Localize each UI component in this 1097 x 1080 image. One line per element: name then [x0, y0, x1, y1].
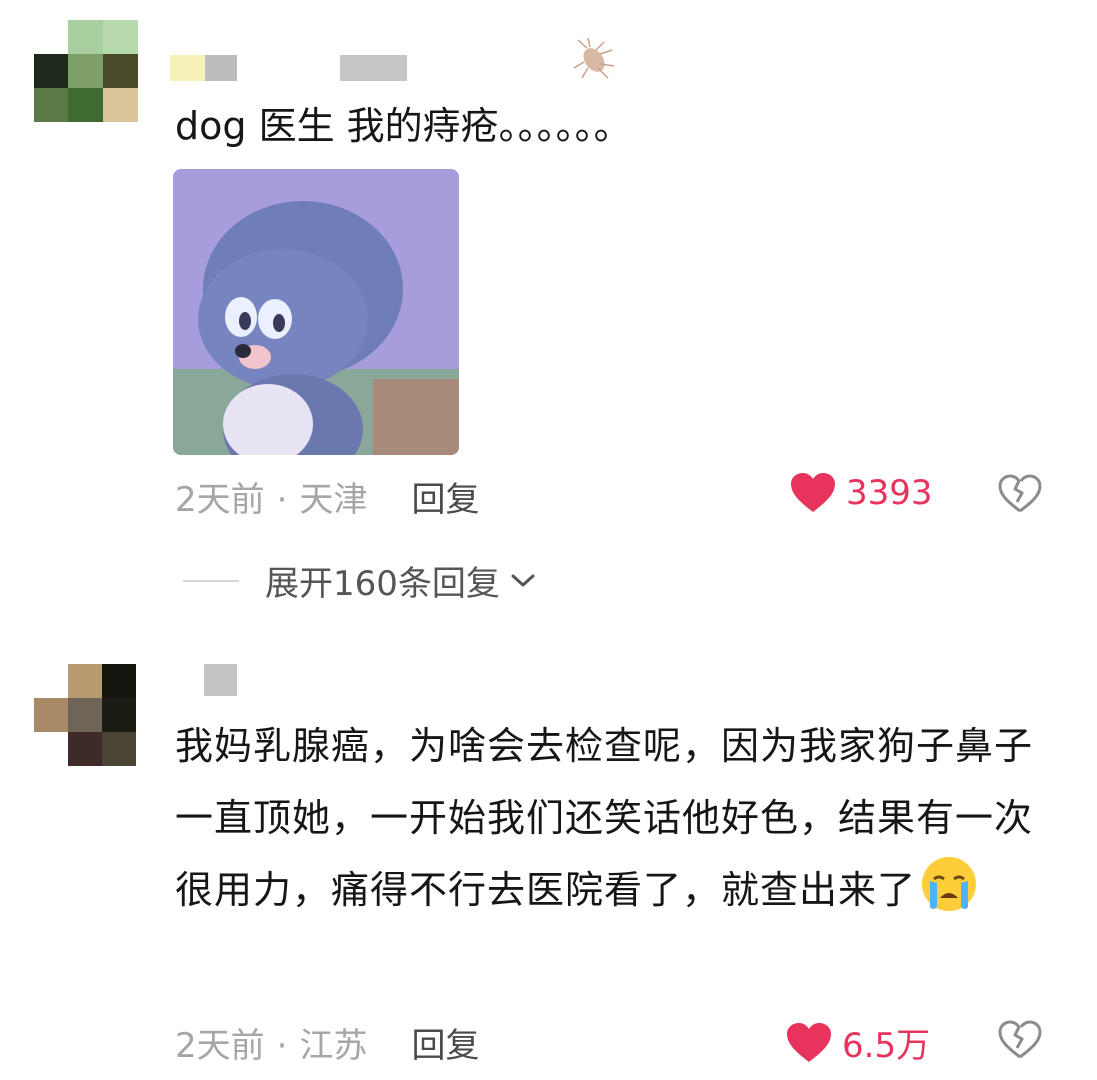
like-button[interactable]: 3393 — [790, 472, 933, 514]
chevron-down-icon — [511, 574, 535, 586]
crying-emoji-icon — [920, 855, 978, 936]
comment-text: 我妈乳腺癌，为啥会去检查呢，因为我家狗子鼻子一直顶她，一开始我们还笑话他好色，结… — [175, 710, 1045, 936]
avatar[interactable] — [34, 20, 138, 122]
comment-time: 2天前 — [175, 1026, 265, 1066]
avatar[interactable] — [34, 664, 136, 766]
expand-replies-label: 展开160条回复 — [265, 564, 500, 604]
reply-button[interactable]: 回复 — [411, 1026, 479, 1066]
broken-heart-icon[interactable] — [998, 474, 1042, 514]
like-button[interactable]: 6.5万 — [786, 1018, 930, 1067]
username-blurred[interactable] — [204, 664, 237, 696]
comment-meta: 2天前 · 江苏 回复 — [175, 1026, 480, 1066]
cockroach-badge-icon — [573, 38, 615, 79]
username-blurred — [205, 55, 237, 81]
like-count: 6.5万 — [842, 1026, 931, 1066]
heart-icon — [791, 473, 835, 512]
username-blurred — [340, 55, 407, 81]
comment-location: 江苏 — [299, 1026, 368, 1066]
comment-location: 天津 — [299, 480, 368, 520]
comment-2: 我妈乳腺癌，为啥会去检查呢，因为我家狗子鼻子一直顶她，一开始我们还笑话他好色，结… — [0, 640, 1097, 1080]
divider — [183, 579, 239, 582]
like-count: 3393 — [846, 473, 933, 513]
reply-button[interactable]: 回复 — [411, 480, 479, 520]
comment-meta: 2天前 · 天津 回复 — [175, 480, 480, 520]
sticker-image[interactable] — [173, 169, 459, 455]
broken-heart-icon[interactable] — [998, 1020, 1042, 1060]
expand-replies-button[interactable]: 展开160条回复 — [183, 556, 536, 605]
comment-time: 2天前 — [175, 480, 265, 520]
username-blurred[interactable] — [170, 55, 205, 81]
comment-1: dog 医生 我的痔疮。。。。。。 2天前 · 天津 回复 3393 展开160… — [0, 0, 1097, 610]
heart-icon — [787, 1022, 831, 1062]
comment-text: dog 医生 我的痔疮。。。。。。 — [175, 104, 632, 148]
